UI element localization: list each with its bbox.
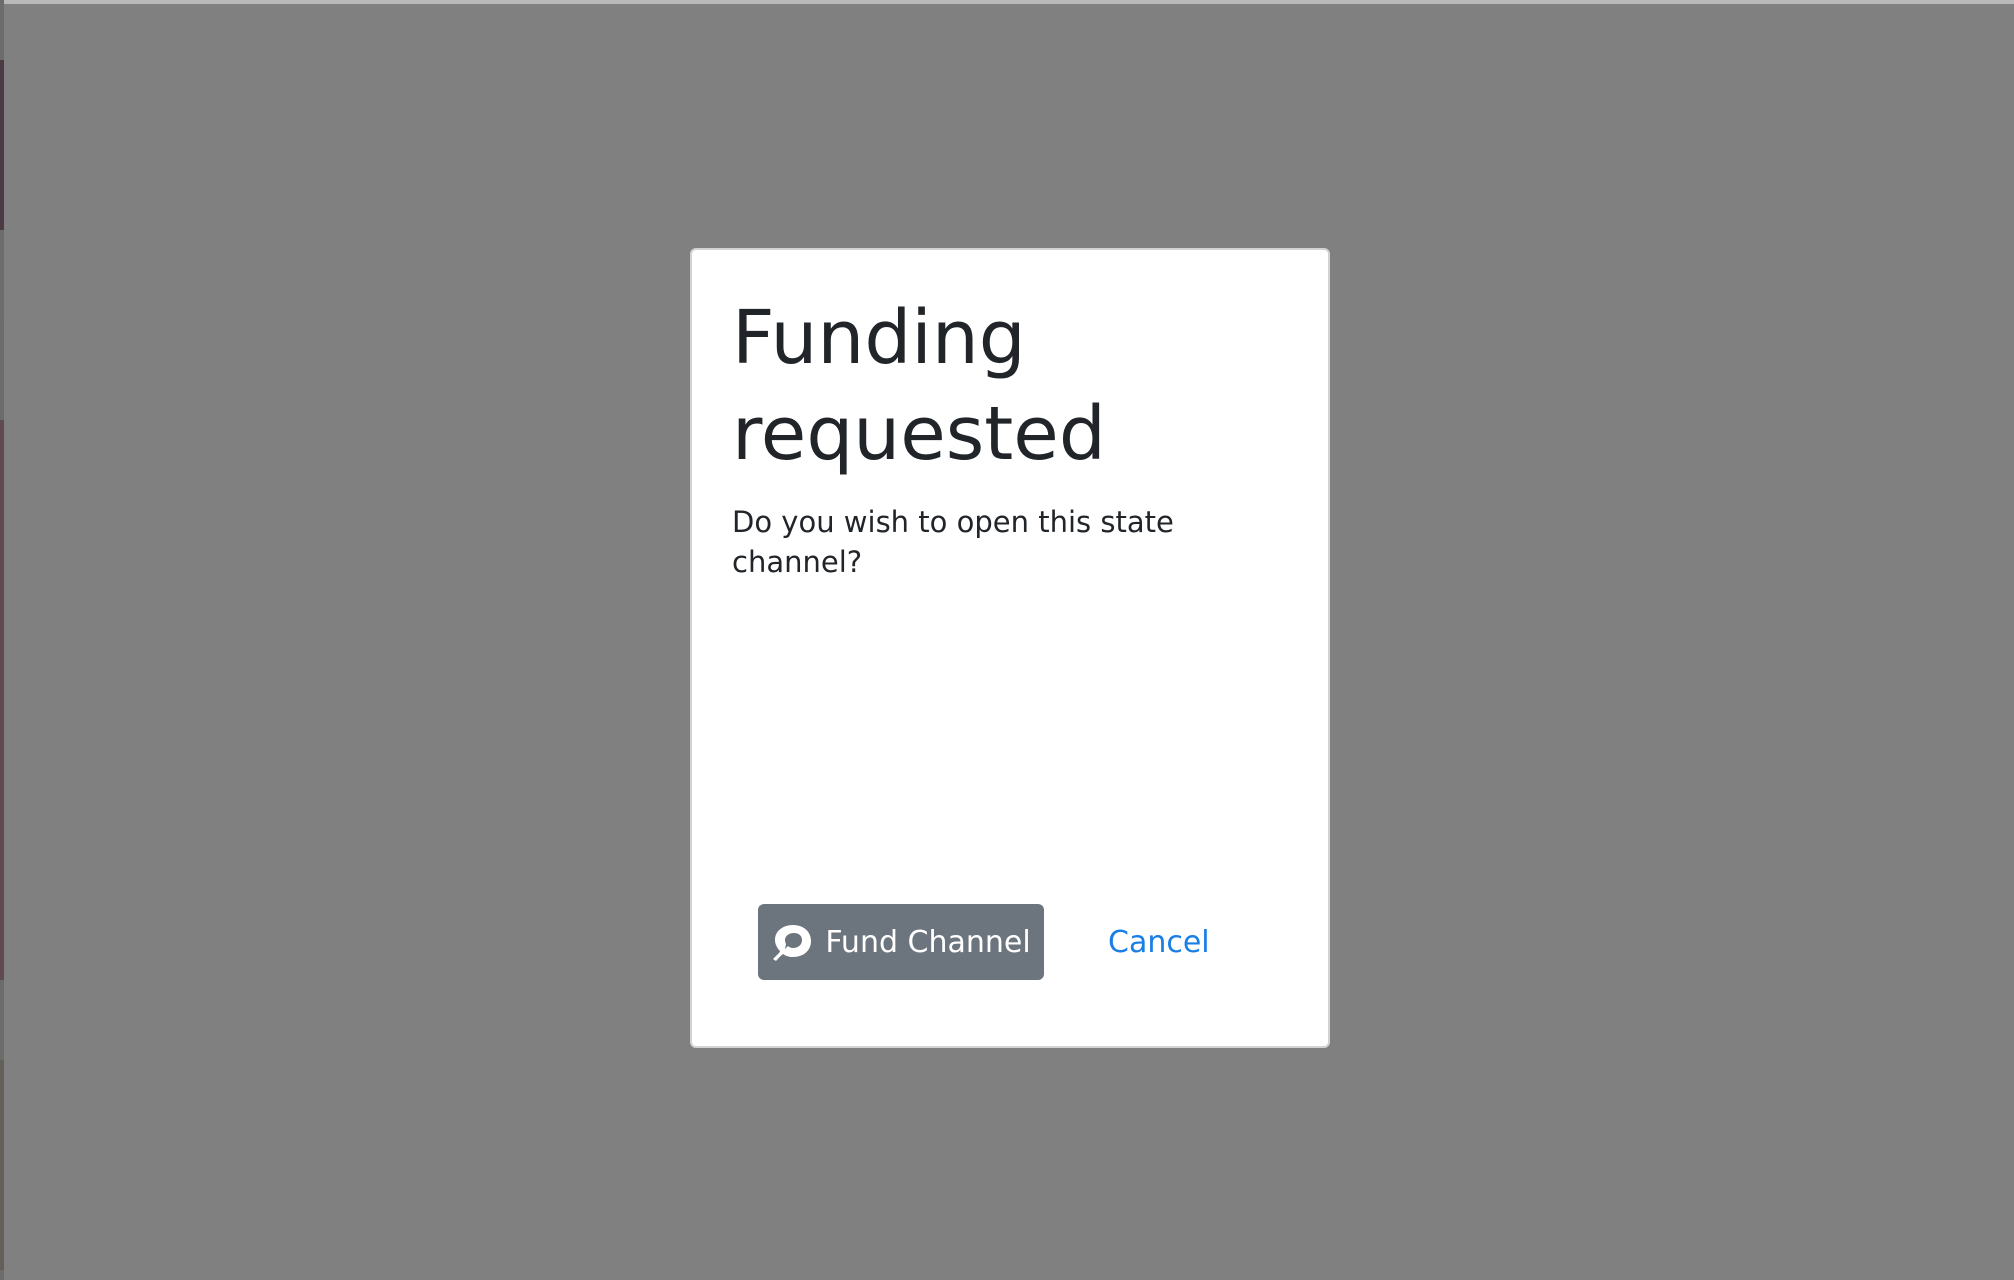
- window-top-strip: [0, 0, 2014, 4]
- app-window: Funding requested Do you wish to open th…: [0, 0, 2014, 1280]
- cancel-button[interactable]: Cancel: [1096, 904, 1222, 980]
- modal-message: Do you wish to open this state channel?: [732, 505, 1174, 579]
- background-edge-segment: [0, 1060, 4, 1270]
- fund-channel-label: Fund Channel: [825, 924, 1031, 960]
- funding-modal: Funding requested Do you wish to open th…: [690, 248, 1330, 1048]
- background-edge-segment: [0, 60, 4, 230]
- background-app-edge: [0, 0, 4, 1280]
- modal-title: Funding requested: [732, 295, 1106, 477]
- background-edge-segment: [0, 420, 4, 980]
- background-edge-segment: [0, 230, 4, 320]
- fund-channel-button[interactable]: Fund Channel: [758, 904, 1044, 980]
- rocket-logo-icon: [771, 921, 813, 963]
